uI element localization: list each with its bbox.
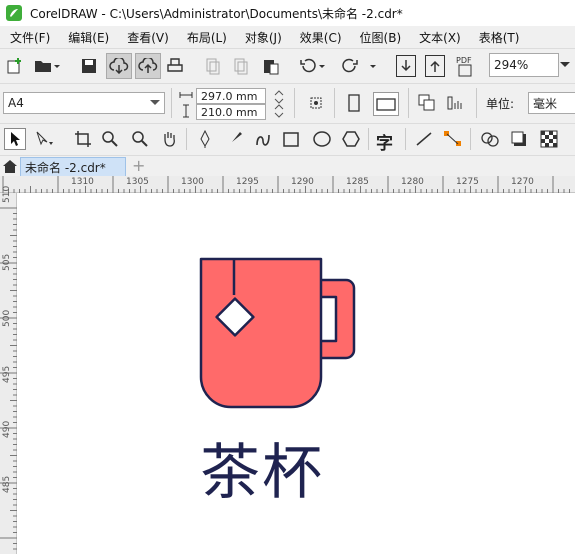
mug-caption[interactable]: 茶杯 xyxy=(200,424,340,511)
open-folder-icon[interactable] xyxy=(34,57,60,75)
ruler-label: 510 xyxy=(2,185,12,203)
ruler-label: 1290 xyxy=(291,177,314,187)
ruler-label: 495 xyxy=(2,365,12,383)
parallel-dimension-icon[interactable] xyxy=(414,130,434,148)
page-size-combo[interactable]: A4 xyxy=(3,92,165,114)
landscape-portrait-toggle-icon[interactable] xyxy=(306,94,326,112)
menu-text[interactable]: 文本(X) xyxy=(419,29,461,46)
redo-icon[interactable] xyxy=(342,57,382,75)
ruler-label: 505 xyxy=(2,253,12,271)
add-tab-button[interactable]: + xyxy=(132,156,145,175)
portrait-icon[interactable] xyxy=(347,94,361,112)
current-page-icon[interactable] xyxy=(446,93,466,113)
menu-bar: 文件(F) 编辑(E) 查看(V) 布局(L) 对象(J) 效果(C) 位图(B… xyxy=(0,26,575,48)
cloud-download-icon[interactable] xyxy=(106,53,132,79)
menu-view[interactable]: 查看(V) xyxy=(127,29,169,46)
ruler-label: 1300 xyxy=(181,177,204,187)
unit-label: 单位: xyxy=(486,97,515,111)
mug-body xyxy=(199,257,323,409)
document-tab-bar: 未命名 -2.cdr* + xyxy=(0,155,575,177)
menu-bitmaps[interactable]: 位图(B) xyxy=(360,29,402,46)
copy-icon[interactable] xyxy=(232,57,250,75)
title-bar: CorelDRAW - C:\Users\Administrator\Docum… xyxy=(0,0,575,26)
landscape-icon[interactable] xyxy=(373,92,399,116)
ruler-label: 1285 xyxy=(346,177,369,187)
print-icon[interactable] xyxy=(166,57,184,75)
unit-value: 毫米 xyxy=(533,96,558,111)
interactive-blend-icon[interactable] xyxy=(480,130,502,148)
chevron-down-icon xyxy=(150,100,160,105)
coreldraw-logo-icon xyxy=(6,5,22,21)
page-height-icon xyxy=(181,104,191,118)
pick-tool-icon[interactable] xyxy=(4,128,26,150)
tea-mug-illustration[interactable] xyxy=(198,256,360,410)
ruler-label: 1270 xyxy=(511,177,534,187)
pen-tool-icon[interactable] xyxy=(196,130,214,148)
page-width-field[interactable]: 297.0 mm xyxy=(196,88,266,104)
shape-tool-icon[interactable] xyxy=(34,130,56,148)
standard-toolbar: PDF 294% xyxy=(0,48,575,83)
cut-icon[interactable] xyxy=(204,57,222,75)
connector-tool-icon[interactable] xyxy=(443,130,465,148)
menu-layout[interactable]: 布局(L) xyxy=(187,29,227,46)
cloud-upload-icon[interactable] xyxy=(135,53,161,79)
polygon-tool-icon[interactable] xyxy=(341,130,361,148)
freehand-curve-icon[interactable] xyxy=(254,130,272,148)
dimension-spinner[interactable] xyxy=(267,88,291,120)
document-tab[interactable]: 未命名 -2.cdr* xyxy=(20,157,126,177)
document-tab-label: 未命名 -2.cdr* xyxy=(25,160,106,175)
ruler-label: 490 xyxy=(2,420,12,438)
zoom-tool-icon[interactable] xyxy=(101,130,119,148)
artistic-media-icon[interactable] xyxy=(226,130,244,148)
paste-icon[interactable] xyxy=(262,57,280,75)
mug-handle xyxy=(316,278,356,360)
menu-table[interactable]: 表格(T) xyxy=(479,29,520,46)
ruler-label: 1305 xyxy=(126,177,149,187)
undo-icon[interactable] xyxy=(298,57,326,75)
crop-tool-icon[interactable] xyxy=(74,130,92,148)
zoom-level-combo[interactable]: 294% xyxy=(489,53,559,77)
ruler-label: 485 xyxy=(2,475,12,493)
home-icon[interactable] xyxy=(2,158,18,174)
window-title: CorelDRAW - C:\Users\Administrator\Docum… xyxy=(30,6,403,21)
toolbox: 字 xyxy=(0,123,575,155)
text-tool-icon[interactable]: 字 xyxy=(376,129,393,154)
import-icon[interactable] xyxy=(396,55,416,77)
zoom-dropdown-icon[interactable] xyxy=(560,61,570,69)
ruler-label: 1310 xyxy=(71,177,94,187)
zoom-level-value: 294% xyxy=(494,58,529,72)
menu-edit[interactable]: 编辑(E) xyxy=(68,29,109,46)
menu-effects[interactable]: 效果(C) xyxy=(300,29,342,46)
ruler-label: 1275 xyxy=(456,177,479,187)
publish-pdf-icon[interactable]: PDF xyxy=(455,54,477,78)
horizontal-ruler[interactable]: 1310 1305 1300 1295 1290 1285 1280 1275 … xyxy=(0,176,575,193)
unit-combo[interactable]: 毫米 xyxy=(528,92,575,114)
vertical-ruler[interactable]: 510 505 500 495 490 485 xyxy=(0,186,17,554)
transparency-icon[interactable] xyxy=(540,130,558,148)
ruler-label: 1295 xyxy=(236,177,259,187)
export-icon[interactable] xyxy=(425,55,445,77)
page-height-value: 210.0 mm xyxy=(201,105,258,119)
zoom-out-icon[interactable] xyxy=(131,130,149,148)
page-size-value: A4 xyxy=(8,96,24,110)
ellipse-tool-icon[interactable] xyxy=(312,130,332,148)
page-width-value: 297.0 mm xyxy=(201,89,258,103)
page-height-field[interactable]: 210.0 mm xyxy=(196,104,266,120)
all-pages-icon[interactable] xyxy=(417,93,437,113)
drop-shadow-icon[interactable] xyxy=(510,130,528,148)
new-document-icon[interactable] xyxy=(6,57,24,75)
property-bar: A4 297.0 mm 210.0 mm 单位: 毫米 xyxy=(0,83,575,123)
ruler-label: 1280 xyxy=(401,177,424,187)
pan-tool-icon[interactable] xyxy=(160,130,178,148)
save-icon[interactable] xyxy=(80,57,98,75)
rectangle-tool-icon[interactable] xyxy=(282,130,300,148)
page-width-icon xyxy=(179,90,193,100)
ruler-label: 500 xyxy=(2,309,12,327)
menu-object[interactable]: 对象(J) xyxy=(245,29,282,46)
menu-file[interactable]: 文件(F) xyxy=(10,29,50,46)
svg-text:PDF: PDF xyxy=(456,56,472,65)
